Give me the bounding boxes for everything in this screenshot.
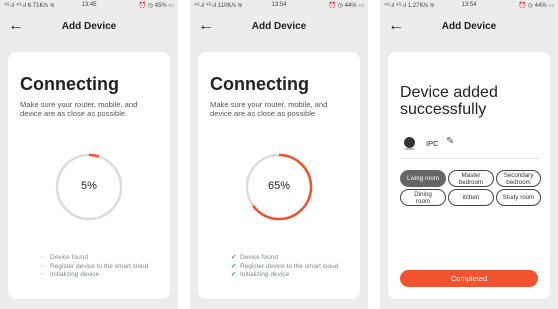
connecting-card: Connecting Make sure your router, mobile… (8, 52, 170, 299)
nav-bar: ← Add Device (0, 12, 178, 42)
page-title: Add Device (441, 21, 497, 32)
room-chip-study-room[interactable]: Study room (496, 189, 541, 206)
status-battery: ⏰ ◷ 45% ▭ (138, 3, 174, 9)
check-icon: ✔ (231, 271, 237, 278)
camera-base (405, 148, 414, 150)
check-icon: ✔ (231, 262, 237, 270)
screen-connecting-65: ⁴ᴳ.ıl ⁴ᴳ.ıl 110K/s ≋ 13:54 ⏰ ◷ 44% ▭ ← A… (190, 0, 368, 309)
progress-percent: 65% (267, 180, 291, 192)
device-name: IPC (426, 139, 439, 148)
step-item: ✔ Register device to the smart cloud (231, 262, 339, 270)
check-icon: ✔ (231, 254, 237, 261)
status-bar: ⁴ᴳ.ıl ⁴ᴳ.ıl 110K/s ≋ 13:54 ⏰ ◷ 44% ▭ (190, 0, 368, 12)
step-item: ◦ Initializing device (41, 271, 100, 278)
success-card: Device added successfully IPC ✎ Living r… (388, 52, 550, 299)
connecting-heading: Connecting (20, 74, 119, 94)
status-bar: ⁴ᴳ.ıl ⁴ᴳ.ıl 1.27K/s ≋ 13:54 ⏰ ◷ 44% ▭ (380, 0, 558, 12)
connecting-description: Make sure your router, mobile, and devic… (20, 100, 138, 118)
screen-connecting-5: ⁴ᴳ.ıl ⁴ᴳ.ıl 6.71K/s ≋ 13:45 ⏰ ◷ 45% ▭ ← … (0, 0, 178, 309)
step-item: ✔ Device found (231, 254, 278, 261)
page-title: Add Device (61, 21, 117, 32)
progress-ring: 5% (54, 152, 124, 222)
room-chip-dining-room[interactable]: Dining room (400, 189, 446, 206)
completed-button[interactable]: Completed (400, 270, 538, 287)
connecting-heading: Connecting (210, 74, 309, 94)
steps-list: ✔ Device found ✔ Register device to the sm… (231, 254, 338, 280)
bullet-icon: ◦ (41, 271, 44, 278)
camera-icon (404, 137, 415, 148)
bullet-icon: ◦ (41, 262, 44, 270)
step-item: ✔ Initializing device (231, 271, 290, 278)
step-item: ◦ Register device to the smart cloud (41, 262, 149, 270)
screen-device-added: ⁴ᴳ.ıl ⁴ᴳ.ıl 1.27K/s ≋ 13:54 ⏰ ◷ 44% ▭ ← … (380, 0, 558, 309)
steps-list: ◦ Device found ◦ Register device to the sm… (41, 254, 148, 280)
bullet-icon: ◦ (41, 254, 44, 261)
connecting-card: Connecting Make sure your router, mobile… (198, 52, 360, 299)
status-battery: ⏰ ◷ 44% ▭ (518, 3, 554, 9)
progress-ring: 65% (244, 152, 314, 222)
progress-percent: 5% (81, 180, 97, 192)
divider (400, 158, 538, 159)
room-chip-secondary-bedroom[interactable]: Secondary bedroom (496, 170, 541, 187)
room-chip-living-room[interactable]: Living room (400, 170, 446, 187)
success-heading: Device added successfully (400, 84, 498, 118)
room-chip-kitchen[interactable]: itchen (448, 189, 494, 206)
room-chip-master-bedroom[interactable]: Master bedroom (448, 170, 494, 187)
status-bar: ⁴ᴳ.ıl ⁴ᴳ.ıl 6.71K/s ≋ 13:45 ⏰ ◷ 45% ▭ (0, 0, 178, 12)
nav-bar: ← Add Device (380, 12, 558, 42)
page-title: Add Device (251, 21, 307, 32)
nav-bar: ← Add Device (190, 12, 368, 42)
status-battery: ⏰ ◷ 44% ▭ (328, 3, 364, 9)
edit-pencil-icon[interactable]: ✎ (446, 136, 454, 147)
connecting-description: Make sure your router, mobile, and devic… (210, 100, 328, 118)
step-item: ◦ Device found (41, 254, 88, 261)
